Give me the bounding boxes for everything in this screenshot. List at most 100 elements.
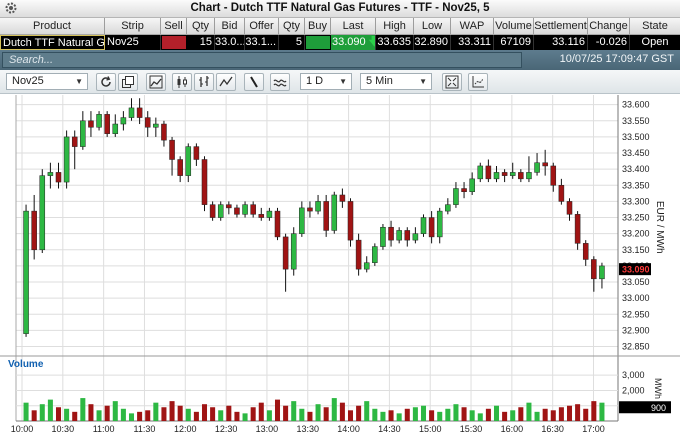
candle-body [461,188,467,193]
volume-bar [64,408,70,421]
col-bid-qty[interactable]: Qty [187,18,215,34]
detach-button[interactable] [118,73,138,91]
volume-bar [437,411,443,421]
candle-body [526,172,532,180]
col-buy[interactable]: Buy [305,18,331,34]
volume-bar [323,407,329,421]
candle-body [420,217,427,234]
search-input[interactable]: Search... [2,52,522,68]
candle-body [120,117,127,125]
candle-body [339,194,346,202]
time-tick-label: 11:00 [93,424,115,434]
candle-body [396,230,402,241]
candle-body [331,194,338,231]
candle-body [112,123,119,134]
cell-product[interactable]: Dutch TTF Natural Ga... [0,35,105,50]
chart-style-candle-button[interactable] [172,73,192,91]
contract-select[interactable]: Nov25 ▼ [6,73,88,90]
time-tick-label: 14:30 [378,424,401,434]
volume-last-label: 900 [651,403,666,413]
volume-bar [591,401,597,421]
candle-body [582,243,589,260]
price-tick-label: 33.150 [622,245,650,255]
popout-icon [122,76,134,88]
chart-area[interactable]: 33.600 33.550 33.500 33.450 33.400 33.350 33.3… [0,95,680,436]
time-tick-label: 15:00 [419,424,442,434]
last-price-label: 33.090 [622,265,650,275]
volume-bar [396,413,402,421]
volume-bar [542,408,548,421]
volume-bar [55,407,62,421]
price-tick-label: 33.300 [622,196,650,206]
volume-bar [429,410,435,421]
volume-bar [104,405,110,421]
col-strip[interactable]: Strip [105,18,161,34]
sell-button[interactable] [161,35,187,50]
candle-body [282,236,289,270]
volume-bar [47,399,53,421]
col-last[interactable]: Last [331,18,376,34]
range-select-value: 1 D [306,75,324,87]
interval-select[interactable]: 5 Min ▼ [360,73,432,90]
volume-bar [510,410,516,421]
buy-button[interactable] [305,35,331,50]
candle-body [534,162,540,173]
col-change[interactable]: Change [588,18,630,34]
candle-body [242,204,248,215]
price-tick-label: 33.350 [622,180,650,190]
chart-style-ohlc-button[interactable] [194,73,214,91]
col-settlement[interactable]: Settlement [534,18,588,34]
col-sell[interactable]: Sell [161,18,187,34]
candle-body [445,204,451,212]
price-chart[interactable]: 33.600 33.550 33.500 33.450 33.400 33.350 33.3… [0,95,680,436]
indicator-button[interactable] [270,73,290,91]
interval-select-value: 5 Min [366,75,393,87]
volume-bar [331,398,337,421]
search-bar: Search... 10/07/25 17:09:47 GST [0,50,680,70]
candle-body [63,136,70,183]
time-tick-label: 15:30 [460,424,483,434]
scale-button[interactable] [468,73,488,91]
candle-body [128,107,135,118]
reset-button[interactable] [96,73,116,91]
col-offer-qty[interactable]: Qty [279,18,305,34]
range-select[interactable]: 1 D ▼ [300,73,352,90]
time-tick-label: 10:30 [52,424,75,434]
candle-body [542,162,548,167]
cell-low: 32.890 [414,35,451,50]
fit-chart-button[interactable] [442,73,462,91]
col-product[interactable]: Product [0,18,105,34]
volume-bar [274,399,281,421]
col-low[interactable]: Low [414,18,451,34]
volume-bar [566,405,573,421]
candle-body [153,123,159,128]
chart-style-line-button[interactable] [146,73,166,91]
col-high[interactable]: High [376,18,414,34]
volume-bar [404,408,410,421]
candle-body [217,204,224,218]
col-state[interactable]: State [630,18,680,34]
volume-bar [234,411,240,421]
draw-line-button[interactable] [244,73,264,91]
price-tick-label: 33.550 [622,116,650,126]
candle-body [574,214,581,244]
candle-body [323,201,329,231]
candle-body [469,178,475,192]
volume-bar [210,407,216,421]
contract-select-value: Nov25 [12,75,44,87]
candle-body [290,233,297,270]
refresh-icon [101,76,111,87]
col-bid[interactable]: Bid [215,18,245,34]
col-offer[interactable]: Offer [245,18,279,34]
col-wap[interactable]: WAP [451,18,494,34]
cell-state: Open [641,36,669,48]
candle-body [209,204,216,218]
col-volume[interactable]: Volume [494,18,534,34]
volume-bar [242,413,248,421]
chart-style-linechart-button[interactable] [216,73,236,91]
market-data-row[interactable]: Dutch TTF Natural Ga... Nov25 15 33.0...… [0,35,680,50]
volume-bar [185,408,191,421]
chevron-down-icon: ▼ [339,77,347,86]
price-tick-label: 33.200 [622,229,650,239]
volume-bar [39,404,45,421]
